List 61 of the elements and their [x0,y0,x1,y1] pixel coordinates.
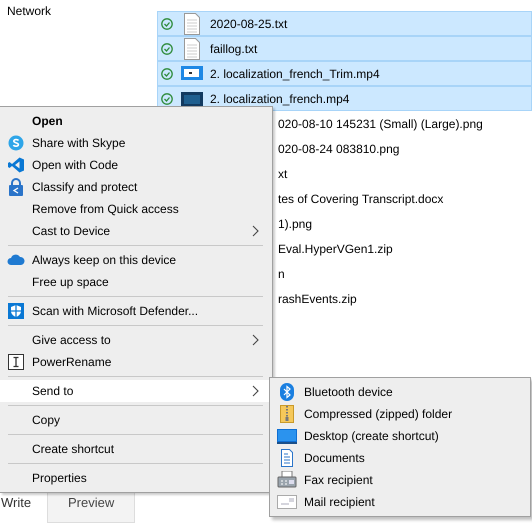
sync-check-icon [161,68,173,80]
menu-item[interactable]: Fax recipient [270,469,530,491]
menu-item[interactable]: Bluetooth device [270,381,530,403]
text-file-icon [183,38,201,60]
zip-folder-icon [280,405,294,423]
sync-check-icon [161,42,173,54]
fax-machine-icon [277,471,297,489]
menu-item[interactable]: Send to [0,380,272,402]
file-row[interactable]: 2020-08-25.txt [157,11,532,36]
file-name: rashEvents.zip [278,292,357,306]
file-name: Eval.HyperVGen1.zip [278,242,393,256]
menu-item[interactable]: Classify and protect [0,176,272,198]
file-name: 020-08-10 145231 (Small) (Large).png [278,116,483,130]
skype-icon [8,135,24,151]
menu-item[interactable]: Scan with Microsoft Defender... [0,300,272,322]
menu-item[interactable]: Cast to Device [0,220,272,242]
menu-item[interactable]: Open with Code [0,154,272,176]
file-name: n [278,266,285,280]
file-name: tes of Covering Transcript.docx [278,192,444,206]
menu-item[interactable]: Properties [0,467,272,489]
lock-icon [8,178,24,196]
video-file-icon [181,66,203,82]
text-file-icon [183,12,201,34]
file-name: 2. localization_french_Trim.mp4 [209,66,380,80]
text-cursor-icon [8,354,24,370]
chevron-right-icon [252,334,259,346]
envelope-icon [277,495,297,509]
file-name: 020-08-24 083810.png [278,142,400,156]
chevron-right-icon [252,385,259,397]
menu-item[interactable]: Open [0,110,272,132]
menu-item[interactable]: PowerRename [0,351,272,373]
monitor-icon [277,428,297,444]
menu-item[interactable]: Share with Skype [0,132,272,154]
menu-item[interactable]: Documents [270,447,530,469]
menu-item[interactable]: Free up space [0,271,272,293]
document-icon [279,449,295,467]
code-editor-icon [8,157,24,173]
bluetooth-icon [280,383,294,401]
file-name: xt [278,166,288,180]
file-name: 2020-08-25.txt [209,16,288,30]
menu-item[interactable]: Desktop (create shortcut) [270,425,530,447]
file-row[interactable]: 2. localization_french.mp4 [157,86,532,111]
file-name: 2. localization_french.mp4 [209,92,350,106]
file-row[interactable]: faillog.txt [157,36,532,61]
menu-item[interactable]: Copy [0,409,272,431]
video-file-icon [181,92,203,106]
menu-item[interactable]: Compressed (zipped) folder [270,403,530,425]
menu-item[interactable]: Remove from Quick access [0,198,272,220]
file-row[interactable]: 2. localization_french_Trim.mp4 [157,61,532,86]
file-name: faillog.txt [209,42,258,56]
nav-item[interactable]: Network [0,3,52,19]
cloud-icon [7,254,25,266]
menu-item[interactable]: Create shortcut [0,438,272,460]
shield-icon [8,303,24,319]
sync-check-icon [161,92,173,104]
menu-item[interactable]: Mail recipient [270,491,530,513]
sync-check-icon [161,18,173,30]
menu-item[interactable]: Give access to [0,329,272,351]
chevron-right-icon [252,225,259,237]
menu-item[interactable]: Always keep on this device [0,249,272,271]
file-name: 1).png [278,216,312,230]
